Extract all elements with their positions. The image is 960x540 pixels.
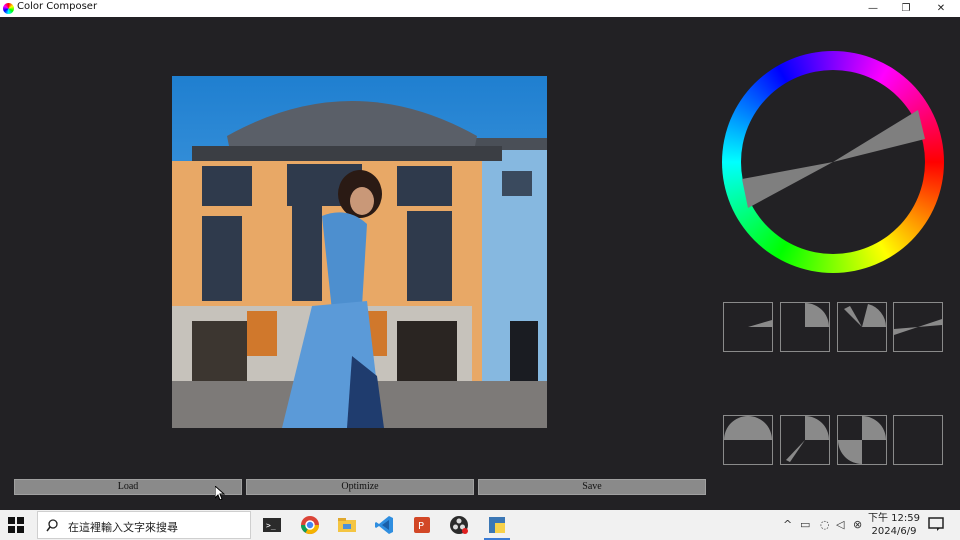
mouse-cursor-icon xyxy=(214,484,226,504)
vscode-icon[interactable] xyxy=(373,514,395,536)
save-button[interactable]: Save xyxy=(478,479,706,495)
notification-icon[interactable] xyxy=(928,516,944,532)
load-button[interactable]: Load xyxy=(14,479,242,495)
file-explorer-icon[interactable] xyxy=(336,514,358,536)
window-title: Color Composer xyxy=(17,1,98,12)
restore-button[interactable]: ❐ xyxy=(891,0,921,17)
close-button[interactable]: ✕ xyxy=(926,0,956,17)
svg-text:>_: >_ xyxy=(266,521,276,530)
python-app-icon[interactable] xyxy=(484,514,510,540)
tray-chevron-up-icon[interactable]: ^ xyxy=(783,518,792,531)
title-bar: Color Composer — ❐ ✕ xyxy=(0,0,960,17)
harmony-template-T[interactable] xyxy=(723,415,773,465)
harmony-template-I[interactable] xyxy=(893,302,943,352)
harmony-template-v[interactable] xyxy=(780,302,830,352)
chrome-icon[interactable] xyxy=(299,514,321,536)
photo-image xyxy=(172,76,547,428)
minimize-button[interactable]: — xyxy=(858,0,888,17)
app-icon xyxy=(3,3,14,14)
battery-icon[interactable]: ▭ xyxy=(800,518,810,531)
clock-time: 下午 12:59 xyxy=(868,513,920,524)
harmony-template-l[interactable] xyxy=(837,302,887,352)
search-placeholder: 在這裡輸入文字來搜尋 xyxy=(68,521,178,534)
optimize-button[interactable]: Optimize xyxy=(246,479,474,495)
terminal-icon[interactable]: >_ xyxy=(261,514,283,536)
volume-icon[interactable]: ◁ xyxy=(836,518,844,531)
harmony-template-Y[interactable] xyxy=(780,415,830,465)
main-canvas: Load Optimize Save xyxy=(0,17,960,510)
harmony-template-i[interactable] xyxy=(723,302,773,352)
harmony-template-X[interactable] xyxy=(837,415,887,465)
powerpoint-icon[interactable]: P xyxy=(411,514,433,536)
wifi-icon[interactable]: ◌ xyxy=(820,518,830,531)
obs-icon[interactable] xyxy=(448,514,470,536)
clock-date: 2024/6/9 xyxy=(871,526,917,537)
harmony-template-N[interactable] xyxy=(893,415,943,465)
no-connection-icon[interactable]: ⊗ xyxy=(853,518,862,531)
taskbar: 在這裡輸入文字來搜尋 >_ P ^ ▭ ◌ ◁ ⊗ 下午 12:59 2024/… xyxy=(0,510,960,540)
taskbar-search-box[interactable]: 在這裡輸入文字來搜尋 xyxy=(37,511,251,539)
svg-text:P: P xyxy=(418,521,424,532)
search-icon xyxy=(46,519,58,532)
taskbar-clock[interactable]: 下午 12:59 2024/6/9 xyxy=(866,512,922,538)
hue-wheel-icon[interactable] xyxy=(722,51,944,273)
windows-start-icon[interactable] xyxy=(8,517,24,533)
